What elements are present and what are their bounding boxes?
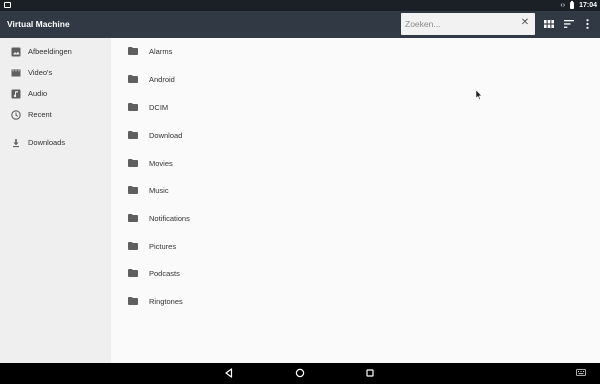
- close-icon[interactable]: ✕: [520, 17, 530, 29]
- sidebar-item-afbeeldingen[interactable]: Afbeeldingen: [0, 42, 111, 62]
- list-item[interactable]: DCIM: [111, 94, 600, 120]
- file-name: DCIM: [149, 103, 169, 112]
- list-item[interactable]: Podcasts: [111, 260, 600, 286]
- folder-icon: [128, 75, 138, 83]
- file-list: Alarms Android DCIM Download Movies Musi…: [111, 38, 600, 363]
- more-options-icon[interactable]: [581, 18, 593, 30]
- file-name: Pictures: [149, 242, 177, 251]
- sidebar-item-videos[interactable]: Video's: [0, 63, 111, 83]
- file-name: Movies: [149, 159, 173, 168]
- list-item[interactable]: Ringtones: [111, 288, 600, 314]
- sidebar-item-label: Afbeeldingen: [28, 47, 72, 56]
- sidebar-item-label: Audio: [28, 89, 48, 98]
- video-icon: [11, 69, 21, 77]
- sidebar-item-label: Downloads: [28, 138, 66, 147]
- list-item[interactable]: Music: [111, 177, 600, 203]
- battery-icon: [570, 1, 575, 9]
- list-item[interactable]: Movies: [111, 150, 600, 176]
- mouse-pointer-icon: [476, 90, 482, 100]
- file-name: Ringtones: [149, 297, 183, 306]
- file-name: Music: [149, 186, 169, 195]
- list-item[interactable]: Android: [111, 66, 600, 92]
- back-icon[interactable]: [223, 367, 235, 379]
- toolbar: Virtual Machine ✕: [0, 11, 600, 38]
- sidebar-item-audio[interactable]: Audio: [0, 84, 111, 104]
- sidebar-item-downloads[interactable]: Downloads: [0, 133, 111, 153]
- home-icon[interactable]: [294, 367, 306, 379]
- sidebar-item-label: Recent: [28, 110, 52, 119]
- list-item[interactable]: Download: [111, 122, 600, 148]
- download-icon: [13, 139, 19, 148]
- file-name: Android: [149, 75, 175, 84]
- data-transfer-icon: ‹›: [560, 2, 566, 9]
- file-name: Notifications: [149, 214, 190, 223]
- sidebar-item-recent[interactable]: Recent: [0, 105, 111, 125]
- list-item[interactable]: Alarms: [111, 38, 600, 64]
- screen-icon: [4, 2, 11, 8]
- status-bar: ‹› 17:04: [0, 0, 600, 11]
- search-input[interactable]: [405, 18, 515, 30]
- app-title: Virtual Machine: [7, 19, 70, 29]
- clock-icon: [11, 110, 21, 120]
- folder-icon: [128, 297, 138, 305]
- file-name: Podcasts: [149, 269, 180, 278]
- sidebar-item-label: Video's: [28, 68, 53, 77]
- search-box[interactable]: ✕: [401, 13, 535, 35]
- folder-icon: [128, 269, 138, 277]
- sidebar: Afbeeldingen Video's Audio Recent Downlo…: [0, 38, 111, 363]
- folder-icon: [128, 103, 138, 111]
- sort-icon[interactable]: [563, 18, 575, 30]
- audio-icon: [11, 89, 21, 99]
- image-icon: [11, 47, 21, 57]
- clock-time: 17:04: [579, 2, 597, 9]
- navigation-bar: [0, 363, 600, 384]
- file-name: Alarms: [149, 47, 173, 56]
- folder-icon: [128, 214, 138, 222]
- folder-icon: [128, 186, 138, 194]
- keyboard-icon[interactable]: [576, 369, 586, 377]
- recent-apps-icon[interactable]: [364, 367, 376, 379]
- folder-icon: [128, 159, 138, 167]
- folder-icon: [128, 47, 138, 55]
- grid-view-icon[interactable]: [543, 18, 555, 30]
- list-item[interactable]: Pictures: [111, 233, 600, 259]
- list-item[interactable]: Notifications: [111, 205, 600, 231]
- file-name: Download: [149, 131, 183, 140]
- folder-icon: [128, 242, 138, 250]
- folder-icon: [128, 131, 138, 139]
